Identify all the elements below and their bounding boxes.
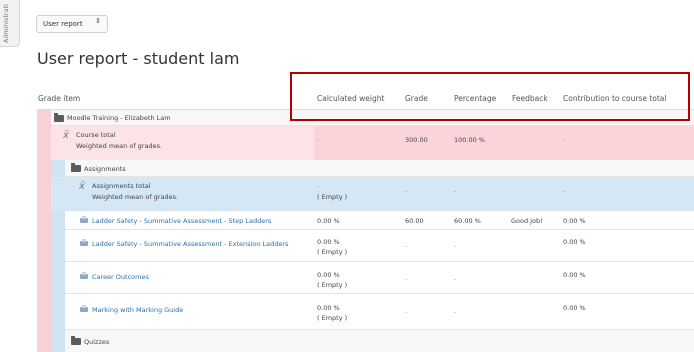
administration-tab-label: Administrati — [3, 4, 10, 43]
item-contribution: 0.00 % — [563, 304, 586, 312]
assignments-total-weight: - — [317, 182, 320, 190]
assignments-total-row: x̄ Assignments total Weighted mean of gr… — [37, 177, 694, 211]
assignments-category-name: Assignments — [84, 165, 126, 173]
sigma-icon: x̄ — [79, 181, 85, 192]
administration-tab[interactable]: Administrati — [0, 0, 20, 47]
report-type-value: User report — [43, 20, 83, 28]
course-total-percentage: 100.00 % — [454, 136, 485, 144]
item-percentage: - — [454, 242, 457, 250]
course-total-row: x̄ Course total Weighted mean of grades.… — [37, 126, 694, 160]
assignment-icon — [80, 272, 88, 279]
assignments-total-subtitle: Weighted mean of grades. — [92, 193, 179, 201]
course-level-bar — [37, 211, 51, 230]
item-weight-note: ( Empty ) — [317, 281, 348, 289]
course-total-values-cell — [314, 126, 694, 160]
folder-icon — [54, 113, 64, 122]
grade-item-link[interactable]: Marking with Marking Guide — [92, 306, 183, 314]
assignment-icon — [80, 305, 88, 312]
assignments-total-weight-note: ( Empty ) — [317, 193, 348, 201]
course-level-bar — [37, 160, 51, 177]
assignments-category-row: Assignments — [37, 160, 694, 177]
assignment-icon — [80, 239, 88, 246]
item-feedback: Good job! — [511, 217, 543, 225]
item-weight-note: ( Empty ) — [317, 314, 348, 322]
grade-item-link[interactable]: Ladder Safety - Summative Assessment - E… — [92, 240, 288, 248]
item-contribution: 0.00 % — [563, 238, 586, 246]
course-level-bar — [37, 110, 51, 126]
item-percentage: - — [454, 275, 457, 283]
item-weight: 0.00 % — [317, 304, 340, 312]
course-level-bar — [37, 294, 51, 330]
item-grade: - — [405, 308, 408, 316]
assignments-total-grade: - — [405, 187, 408, 195]
course-category-name: Moodle Training - Elizabeth Lam — [67, 114, 171, 122]
assignments-total-percentage: - — [454, 187, 457, 195]
quizzes-category-name: Quizzes — [84, 338, 110, 346]
course-total-name: Course total — [76, 131, 116, 139]
course-level-bar — [37, 330, 51, 352]
item-weight: 0.00 % — [317, 271, 340, 279]
folder-icon — [71, 163, 81, 172]
course-level-bar — [37, 177, 51, 211]
assignments-level-bar — [51, 294, 65, 330]
course-total-contribution: - — [563, 136, 566, 144]
highlight-box — [290, 72, 690, 121]
table-row: Ladder Safety - Summative Assessment - E… — [37, 230, 694, 262]
course-level-bar — [37, 230, 51, 262]
item-weight: 0.00 % — [317, 217, 340, 225]
table-row: Marking with Marking Guide 0.00 % ( Empt… — [37, 294, 694, 330]
course-total-subtitle: Weighted mean of grades. — [76, 142, 163, 150]
assignments-total-name: Assignments total — [92, 182, 151, 190]
grade-item-link[interactable]: Ladder Safety - Summative Assessment - S… — [92, 217, 271, 225]
item-contribution: 0.00 % — [563, 217, 586, 225]
assignments-level-bar — [51, 211, 65, 230]
course-level-bar — [37, 126, 51, 160]
assignments-total-contribution: - — [563, 187, 566, 195]
col-header-grade-item: Grade item — [38, 94, 81, 103]
item-weight-note: ( Empty ) — [317, 248, 348, 256]
item-contribution: 0.00 % — [563, 271, 586, 279]
folder-icon — [71, 336, 81, 345]
updown-arrow-icon: ⇕ — [95, 17, 101, 25]
assignments-level-bar — [51, 262, 65, 294]
quizzes-category-row: Quizzes — [37, 330, 694, 352]
item-percentage: - — [454, 308, 457, 316]
page-title: User report - student lam — [37, 49, 240, 68]
course-level-bar — [37, 262, 51, 294]
item-grade: 60.00 — [405, 217, 424, 225]
item-percentage: 60.00 % — [454, 217, 481, 225]
assignments-level-bar — [51, 230, 65, 262]
assignments-level-bar — [51, 160, 65, 177]
item-grade: - — [405, 242, 408, 250]
course-total-weight: - — [317, 136, 320, 144]
sigma-icon: x̄ — [63, 130, 69, 141]
course-total-grade: 300.00 — [405, 136, 428, 144]
quizzes-level-bar — [51, 330, 65, 352]
table-row: Career Outcomes 0.00 % ( Empty ) - - 0.0… — [37, 262, 694, 294]
assignment-icon — [80, 216, 88, 223]
table-row: Ladder Safety - Summative Assessment - S… — [37, 211, 694, 230]
item-weight: 0.00 % — [317, 238, 340, 246]
item-grade: - — [405, 275, 408, 283]
grade-item-link[interactable]: Career Outcomes — [92, 273, 149, 281]
report-type-select[interactable]: User report ⇕ — [36, 15, 108, 33]
